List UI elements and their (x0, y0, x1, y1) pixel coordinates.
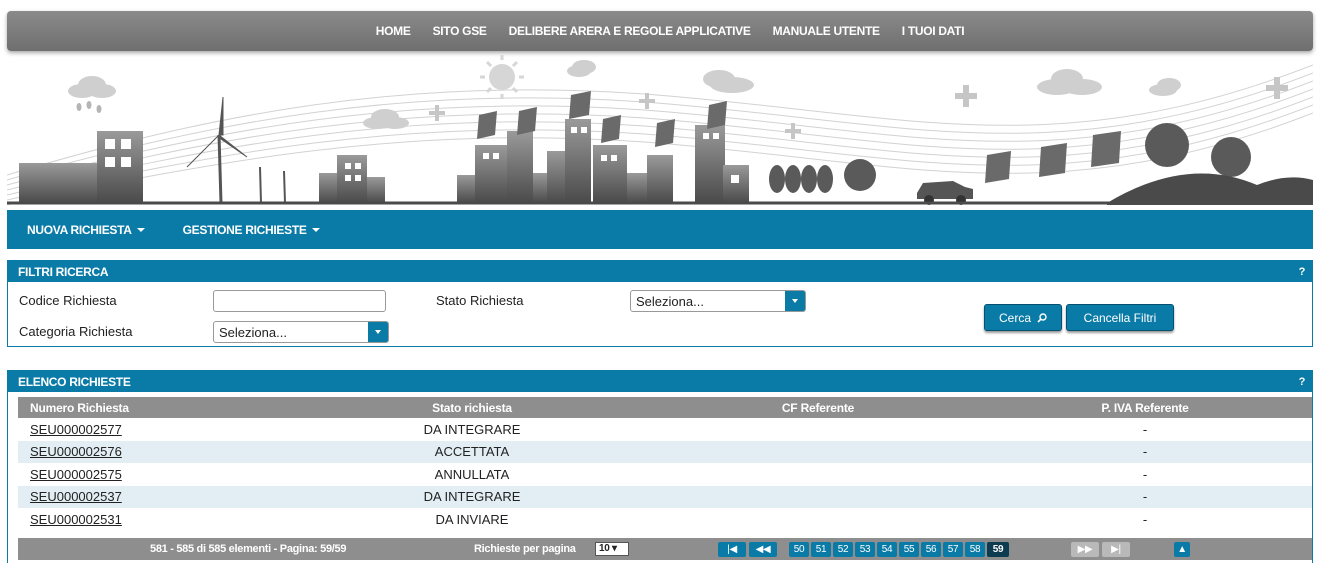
page-button-59-current[interactable]: 59 (987, 542, 1009, 557)
request-link[interactable]: SEU000002537 (30, 489, 122, 504)
numero-cell: SEU000002537 (18, 485, 286, 508)
codice-richiesta-input[interactable] (213, 290, 386, 312)
request-link[interactable]: SEU000002576 (30, 444, 122, 459)
stato-cell: ACCETTATA (286, 440, 658, 463)
table-row: SEU000002577 DA INTEGRARE - (18, 418, 1312, 441)
page-button-55[interactable]: 55 (899, 542, 919, 557)
pagination-info: 581 - 585 di 585 elementi - Pagina: 59/5… (150, 543, 347, 555)
stato-cell: ANNULLATA (434, 466, 510, 482)
chevron-down-icon (311, 227, 320, 232)
dropdown-arrow-icon[interactable] (785, 291, 805, 311)
cf-cell (658, 485, 978, 508)
piva-cell: - (978, 440, 1312, 463)
clear-filters-button[interactable]: Cancella Filtri (1066, 304, 1174, 331)
cf-cell (658, 463, 978, 486)
numero-cell: SEU000002531 (18, 508, 286, 531)
numero-cell: SEU000002577 (18, 418, 286, 441)
chevron-down-icon (136, 227, 145, 232)
menu-nuova-richiesta[interactable]: NUOVA RICHIESTA (27, 223, 145, 237)
page-button-56[interactable]: 56 (921, 542, 941, 557)
clear-filters-label: Cancella Filtri (1083, 310, 1157, 325)
pagination-bar: 581 - 585 di 585 elementi - Pagina: 59/5… (18, 538, 1312, 560)
stato-richiesta-label: Stato Richiesta (436, 293, 524, 308)
stato-cell: DA INTEGRARE (286, 485, 658, 508)
stato-richiesta-select[interactable]: Seleziona... (630, 290, 806, 312)
nav-manuale-utente[interactable]: MANUALE UTENTE (773, 24, 880, 38)
table-row: SEU000002531 DA INVIARE - (18, 508, 1312, 531)
request-link[interactable]: SEU000002575 (30, 467, 122, 482)
request-link[interactable]: SEU000002577 (30, 422, 122, 437)
nav-delibere[interactable]: DELIBERE ARERA E REGOLE APPLICATIVE (509, 24, 751, 38)
filters-panel-header: FILTRI RICERCA ? (8, 261, 1312, 282)
page-button-50[interactable]: 50 (789, 542, 809, 557)
menu-gestione-richieste-label: GESTIONE RICHIESTE (182, 222, 307, 237)
cf-cell (658, 508, 978, 531)
col-piva-referente[interactable]: P. IVA Referente (978, 397, 1312, 418)
rows-per-page-select[interactable]: 10 ▾ (595, 542, 629, 556)
first-page-button[interactable]: |◀ (718, 542, 746, 557)
page-button-51[interactable]: 51 (811, 542, 831, 557)
codice-richiesta-label: Codice Richiesta (19, 293, 117, 308)
col-numero-richiesta[interactable]: Numero Richiesta (18, 397, 286, 418)
table-header-row: Numero Richiesta Stato richiesta CF Refe… (18, 397, 1312, 418)
filters-panel: FILTRI RICERCA ? Codice Richiesta Stato … (7, 260, 1313, 347)
dropdown-arrow-icon[interactable] (368, 322, 388, 342)
rows-per-page-value: 10 (599, 543, 610, 554)
categoria-richiesta-label: Categoria Richiesta (19, 324, 133, 339)
stato-cell: DA INVIARE (435, 511, 509, 527)
piva-cell: - (1142, 511, 1148, 527)
rows-per-page-label: Richieste per pagina (474, 543, 576, 555)
search-button[interactable]: Cerca (984, 304, 1062, 331)
help-icon[interactable]: ? (1299, 376, 1306, 388)
piva-cell: - (978, 485, 1312, 508)
top-navigation: HOME SITO GSE DELIBERE ARERA E REGOLE AP… (7, 11, 1313, 51)
banner-illustration (7, 55, 1313, 205)
search-button-label: Cerca (998, 310, 1031, 325)
search-icon (1037, 312, 1047, 323)
piva-cell: - (1142, 421, 1148, 437)
categoria-richiesta-value: Seleziona... (219, 324, 287, 340)
next-page-button[interactable]: ▶▶ (1071, 542, 1099, 557)
last-page-button[interactable]: ▶| (1102, 542, 1130, 557)
nav-home[interactable]: HOME (376, 24, 411, 38)
list-title: ELENCO RICHIESTE (18, 374, 131, 389)
nav-i-tuoi-dati[interactable]: I TUOI DATI (902, 24, 965, 38)
numero-cell: SEU000002575 (18, 463, 286, 486)
numero-cell: SEU000002576 (18, 440, 286, 463)
filters-title: FILTRI RICERCA (18, 264, 109, 279)
menu-gestione-richieste[interactable]: GESTIONE RICHIESTE (183, 223, 320, 237)
main-menu-bar: NUOVA RICHIESTA GESTIONE RICHIESTE (7, 210, 1313, 249)
nav-sito-gse[interactable]: SITO GSE (433, 24, 487, 38)
requests-table: Numero Richiesta Stato richiesta CF Refe… (18, 397, 1312, 531)
cf-cell (658, 440, 978, 463)
col-cf-referente[interactable]: CF Referente (658, 397, 978, 418)
help-icon[interactable]: ? (1299, 266, 1306, 278)
cf-cell (658, 418, 978, 441)
stato-cell: DA INTEGRARE (423, 421, 521, 437)
request-link[interactable]: SEU000002531 (30, 512, 122, 527)
page-button-58[interactable]: 58 (965, 542, 985, 557)
table-row: SEU000002537 DA INTEGRARE - (18, 485, 1312, 508)
table-row: SEU000002576 ACCETTATA - (18, 440, 1312, 463)
page-button-57[interactable]: 57 (943, 542, 963, 557)
page-button-53[interactable]: 53 (855, 542, 875, 557)
table-row: SEU000002575 ANNULLATA - (18, 463, 1312, 486)
list-panel-header: ELENCO RICHIESTE ? (8, 371, 1312, 392)
page-button-54[interactable]: 54 (877, 542, 897, 557)
prev-page-button[interactable]: ◀◀ (749, 542, 777, 557)
categoria-richiesta-select[interactable]: Seleziona... (213, 321, 389, 343)
piva-cell: - (1142, 466, 1148, 482)
requests-list-panel: ELENCO RICHIESTE ? Numero Richiesta Stat… (7, 370, 1313, 563)
page-button-52[interactable]: 52 (833, 542, 853, 557)
scroll-top-icon[interactable]: ▲ (1174, 542, 1190, 557)
menu-nuova-richiesta-label: NUOVA RICHIESTA (27, 222, 132, 237)
stato-richiesta-value: Seleziona... (636, 293, 704, 309)
col-stato-richiesta[interactable]: Stato richiesta (286, 397, 658, 418)
